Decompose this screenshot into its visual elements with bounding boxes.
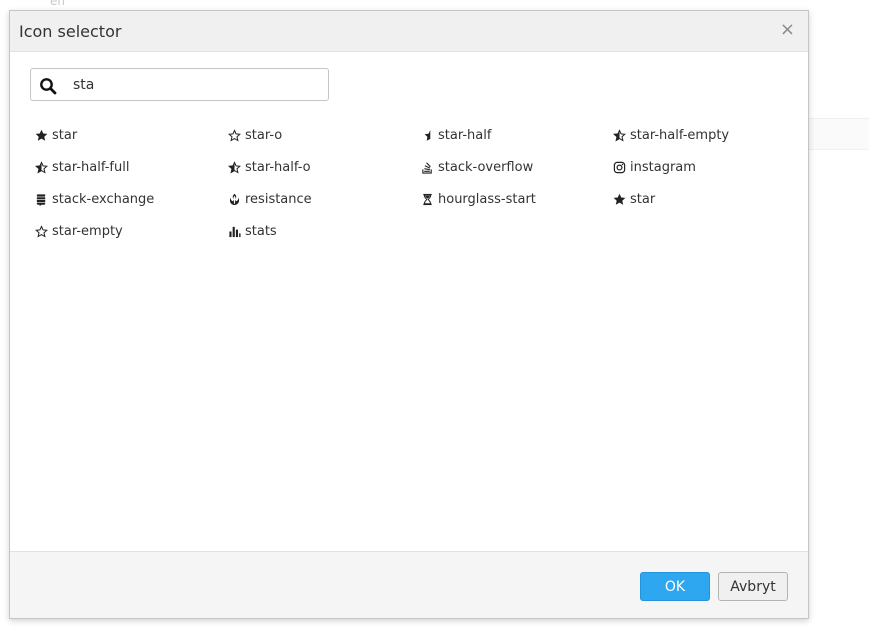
icon-option-star-o[interactable]: star-o [227,124,282,146]
icon-option-label: instagram [630,159,696,175]
search-icon [40,78,57,95]
icon-option-stack-exchange[interactable]: stack-exchange [34,188,154,210]
icon-option-label: star-half-empty [630,127,730,143]
icon-option-label: star [52,127,78,143]
dialog-footer: OK Avbryt [10,551,808,618]
icon-option-star-empty[interactable]: star-empty [34,220,123,242]
icon-option-label: hourglass-start [438,191,536,207]
icon-option-label: resistance [245,191,312,207]
star-icon [34,128,48,142]
star-half-o-icon [227,160,241,174]
icon-option-label: star [630,191,656,207]
star-half-icon [420,128,434,142]
icon-option-star-half-full[interactable]: star-half-full [34,156,129,178]
cancel-button[interactable]: Avbryt [718,572,788,601]
instagram-icon [612,160,626,174]
icon-option-instagram[interactable]: instagram [612,156,696,178]
icon-selector-dialog: Icon selector × star star-o star-half star-… [9,10,809,619]
hourglass-start-icon [420,192,434,206]
icon-option-label: stack-overflow [438,159,534,175]
stats-icon [227,224,241,238]
dialog-body: star star-o star-half star-half-empty star-h… [10,52,808,552]
icon-option-star[interactable]: star [34,124,77,146]
icon-option-star-half-o[interactable]: star-half-o [227,156,311,178]
icon-option-star[interactable]: star [612,188,655,210]
icon-option-label: star-half [438,127,492,143]
icon-option-label: stack-exchange [52,191,155,207]
star-empty-icon [34,224,48,238]
icon-option-stack-overflow[interactable]: stack-overflow [420,156,533,178]
icon-option-label: star-o [245,127,283,143]
resistance-icon [227,192,241,206]
icon-option-label: stats [245,223,277,239]
star-half-empty-icon [612,128,626,142]
stack-overflow-icon [420,160,434,174]
icon-option-star-half-empty[interactable]: star-half-empty [612,124,729,146]
background-panel [808,118,869,150]
ok-button[interactable]: OK [640,572,710,601]
icon-option-label: star-half-o [245,159,311,175]
icon-option-hourglass-start[interactable]: hourglass-start [420,188,536,210]
background-language-label: en [50,0,65,8]
search-input[interactable] [73,74,318,96]
stack-exchange-icon [34,192,48,206]
icon-option-stats[interactable]: stats [227,220,277,242]
dialog-header: Icon selector × [10,11,808,52]
icon-option-label: star-half-full [52,159,130,175]
icon-option-label: star-empty [52,223,123,239]
icon-option-resistance[interactable]: resistance [227,188,312,210]
close-icon[interactable]: × [780,20,795,40]
icon-option-star-half[interactable]: star-half [420,124,491,146]
star-icon [612,192,626,206]
star-half-full-icon [34,160,48,174]
dialog-title: Icon selector [19,22,122,41]
search-box[interactable] [30,68,329,101]
star-outline-icon [227,128,241,142]
